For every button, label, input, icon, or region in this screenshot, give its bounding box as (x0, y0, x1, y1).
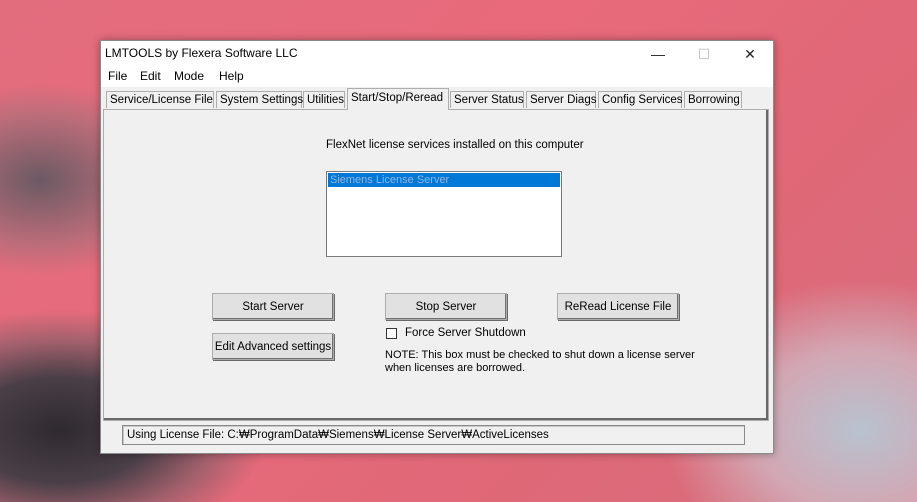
lmtools-window: LMTOOLS by Flexera Software LLC — ☐ ✕ Fi… (100, 40, 774, 454)
tab-system-settings[interactable]: System Settings (216, 91, 303, 108)
tab-borrowing[interactable]: Borrowing (684, 91, 742, 108)
start-server-button[interactable]: Start Server (212, 293, 334, 320)
panel-border (766, 110, 768, 420)
note-line-1: NOTE: This box must be checked to shut d… (385, 349, 695, 361)
menu-file[interactable]: File (108, 69, 127, 83)
tab-start-stop-reread[interactable]: Start/Stop/Reread (347, 88, 449, 110)
tab-strip: Service/License File System Settings Uti… (105, 88, 769, 110)
services-caption: FlexNet license services installed on th… (326, 139, 584, 151)
stop-server-button[interactable]: Stop Server (385, 293, 507, 320)
tab-server-status[interactable]: Server Status (450, 91, 524, 108)
close-icon[interactable]: ✕ (727, 41, 773, 67)
panel-border-bottom (104, 418, 768, 420)
menu-edit[interactable]: Edit (140, 69, 161, 83)
list-item[interactable]: Siemens License Server (328, 173, 560, 187)
note-line-2: when licenses are borrowed. (385, 362, 526, 374)
menu-help[interactable]: Help (219, 69, 244, 83)
tab-server-diags[interactable]: Server Diags (526, 91, 596, 108)
maximize-icon[interactable]: ☐ (681, 41, 727, 67)
title-bar[interactable]: LMTOOLS by Flexera Software LLC — ☐ ✕ (101, 41, 773, 67)
status-text: Using License File: C:₩ProgramData₩Sieme… (127, 429, 549, 441)
services-listbox[interactable]: Siemens License Server (326, 171, 562, 257)
tab-utilities[interactable]: Utilities (303, 91, 345, 108)
status-bar: Using License File: C:₩ProgramData₩Sieme… (122, 425, 745, 445)
edit-advanced-settings-button[interactable]: Edit Advanced settings (212, 333, 334, 360)
tab-config-services[interactable]: Config Services (598, 91, 683, 108)
menu-bar: File Edit Mode Help (101, 67, 773, 87)
tab-service-license-file[interactable]: Service/License File (106, 91, 214, 108)
force-shutdown-checkbox[interactable] (386, 328, 397, 339)
force-shutdown-label[interactable]: Force Server Shutdown (405, 327, 526, 339)
reread-license-file-button[interactable]: ReRead License File (557, 293, 679, 320)
menu-mode[interactable]: Mode (174, 69, 204, 83)
minimize-icon[interactable]: — (635, 41, 681, 67)
window-title: LMTOOLS by Flexera Software LLC (105, 46, 298, 60)
shutdown-note: NOTE: This box must be checked to shut d… (385, 349, 705, 375)
